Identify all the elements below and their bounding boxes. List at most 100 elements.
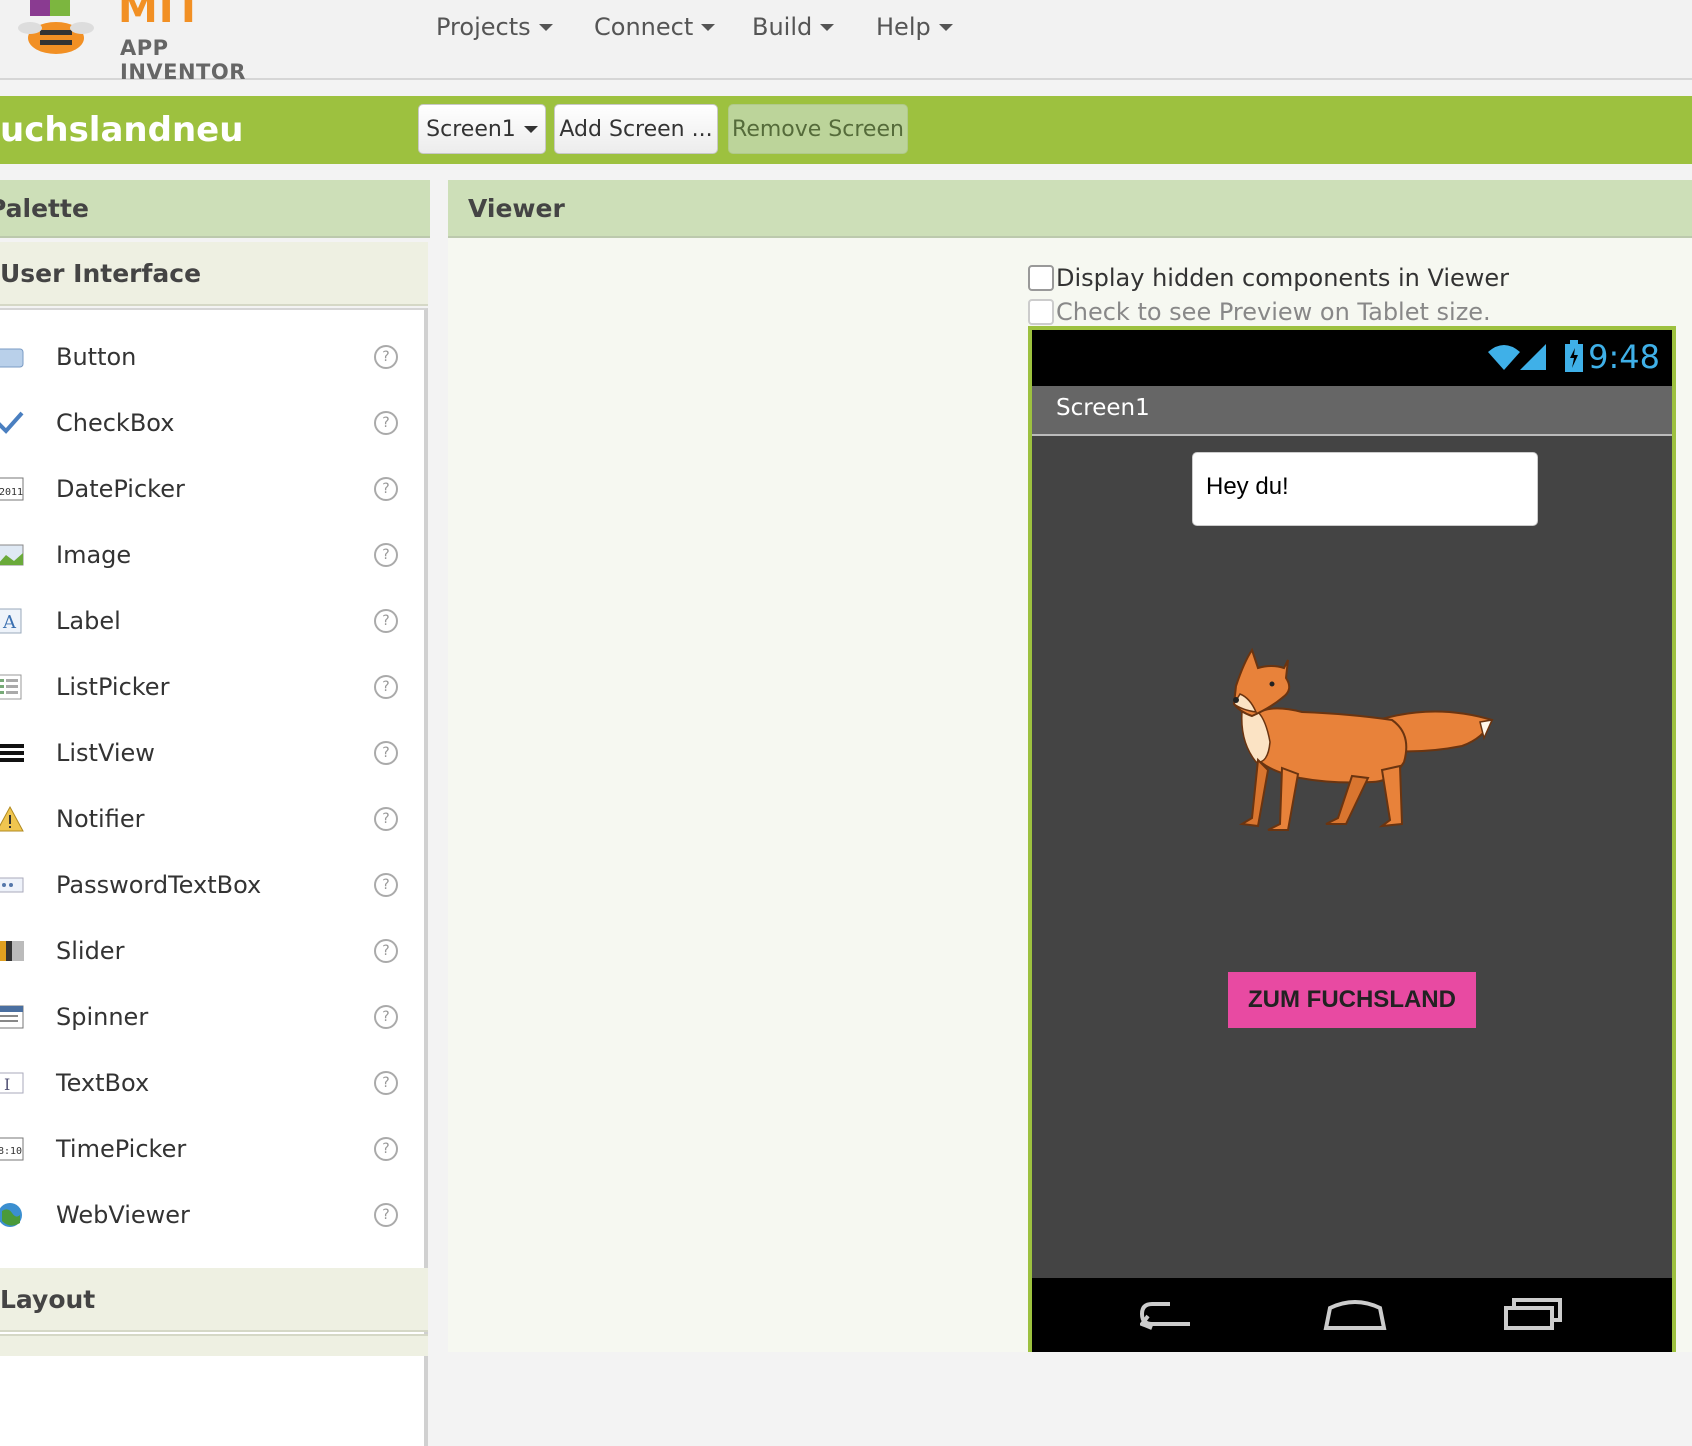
palette-item-timepicker[interactable]: 8:10 TimePicker ? <box>0 1116 424 1182</box>
help-icon[interactable]: ? <box>374 411 398 435</box>
tablet-preview-toggle[interactable]: Check to see Preview on Tablet size. <box>1028 298 1491 326</box>
phone-preview: 9:48 Screen1 Hey du! ZUM FUCHSLAND <box>1028 326 1676 1352</box>
phone-screen-title: Screen1 <box>1056 395 1150 421</box>
screen-select-label: Screen1 <box>426 116 516 142</box>
phone-status-bar: 9:48 <box>1032 330 1672 386</box>
svg-text:I: I <box>4 1075 10 1094</box>
menu-projects[interactable]: Projects <box>436 13 553 41</box>
help-icon[interactable]: ? <box>374 675 398 699</box>
webviewer-icon <box>0 1203 22 1227</box>
help-icon[interactable]: ? <box>374 741 398 765</box>
palette-item-label: TextBox <box>56 1069 150 1097</box>
palette-item-label: WebViewer <box>56 1201 190 1229</box>
palette-header: Palette <box>0 180 430 238</box>
mit-app-inventor-logo[interactable]: MIT APP INVENTOR <box>10 0 280 84</box>
bee-logo-icon <box>18 0 94 54</box>
image-icon <box>0 544 24 566</box>
palette-item-notifier[interactable]: Notifier ? <box>0 786 424 852</box>
hidden-components-checkbox[interactable] <box>1028 265 1054 291</box>
timepicker-icon: 8:10 <box>0 1137 24 1161</box>
label-icon: A <box>0 608 22 634</box>
help-icon[interactable]: ? <box>374 1071 398 1095</box>
notifier-icon <box>0 805 24 832</box>
spinner-icon <box>0 1005 24 1029</box>
palette-item-image[interactable]: Image ? <box>0 522 424 588</box>
help-icon[interactable]: ? <box>374 609 398 633</box>
section-layout-label: Layout <box>0 1284 96 1314</box>
textbox-icon: I <box>0 1072 24 1094</box>
palette-item-label: ListView <box>56 739 155 767</box>
help-icon[interactable]: ? <box>374 543 398 567</box>
menu-connect[interactable]: Connect <box>594 13 716 41</box>
listpicker-icon <box>0 674 22 700</box>
palette-item-textbox[interactable]: I TextBox ? <box>0 1050 424 1116</box>
menu-build[interactable]: Build <box>752 13 835 41</box>
chevron-down-icon <box>538 23 553 31</box>
palette-item-label: Label <box>56 607 121 635</box>
section-user-interface[interactable]: User Interface <box>0 242 428 306</box>
recent-apps-icon[interactable] <box>1502 1294 1566 1334</box>
svg-text:8:10: 8:10 <box>0 1146 22 1157</box>
help-icon[interactable]: ? <box>374 939 398 963</box>
home-icon[interactable] <box>1322 1294 1388 1334</box>
remove-screen-button[interactable]: Remove Screen <box>728 104 908 154</box>
button-icon <box>0 348 24 368</box>
palette-item-label-component[interactable]: A Label ? <box>0 588 424 654</box>
passwordtextbox-icon <box>0 877 24 893</box>
screen-select-dropdown[interactable]: Screen1 <box>418 104 546 154</box>
checkbox-icon <box>0 411 24 434</box>
svg-text:A: A <box>2 612 17 633</box>
help-icon[interactable]: ? <box>374 1137 398 1161</box>
menu-help[interactable]: Help <box>876 13 953 41</box>
help-icon[interactable]: ? <box>374 807 398 831</box>
svg-text:2011: 2011 <box>0 487 23 498</box>
hidden-components-toggle[interactable]: Display hidden components in Viewer <box>1028 264 1509 292</box>
palette-item-label: Spinner <box>56 1003 149 1031</box>
help-icon[interactable]: ? <box>374 873 398 897</box>
logo-subtitle-text: APP INVENTOR <box>120 36 246 84</box>
menu-connect-label: Connect <box>594 13 694 41</box>
palette-panel: Palette User Interface Button ? CheckBox… <box>0 180 430 1446</box>
palette-item-label: Slider <box>56 937 125 965</box>
palette-item-label: DatePicker <box>56 475 185 503</box>
chevron-down-icon <box>938 23 953 31</box>
section-user-interface-label: User Interface <box>0 258 202 288</box>
chevron-down-icon <box>523 125 538 133</box>
hey-du-label[interactable]: Hey du! <box>1192 452 1538 526</box>
palette-item-label: ListPicker <box>56 673 170 701</box>
section-layout[interactable]: Layout <box>0 1268 428 1332</box>
status-clock: 9:48 <box>1588 338 1660 376</box>
phone-navigation-bar <box>1032 1278 1672 1352</box>
palette-item-checkbox[interactable]: CheckBox ? <box>0 390 424 456</box>
fox-image[interactable] <box>1222 642 1512 862</box>
slider-icon <box>0 941 24 961</box>
zum-fuchsland-button[interactable]: ZUM FUCHSLAND <box>1228 972 1476 1028</box>
project-toolbar: uchslandneu Screen1 Add Screen ... Remov… <box>0 96 1692 164</box>
add-screen-button[interactable]: Add Screen ... <box>554 104 718 154</box>
palette-item-button[interactable]: Button ? <box>0 324 424 390</box>
hidden-components-label: Display hidden components in Viewer <box>1056 264 1510 292</box>
palette-item-label: CheckBox <box>56 409 175 437</box>
palette-item-listpicker[interactable]: ListPicker ? <box>0 654 424 720</box>
listview-icon <box>0 744 24 762</box>
back-icon[interactable] <box>1140 1294 1200 1334</box>
palette-item-slider[interactable]: Slider ? <box>0 918 424 984</box>
project-name: uchslandneu <box>0 110 244 150</box>
palette-item-datepicker[interactable]: 2011 DatePicker ? <box>0 456 424 522</box>
palette-item-listview[interactable]: ListView ? <box>0 720 424 786</box>
palette-item-label: Button <box>56 343 137 371</box>
viewer-header: Viewer <box>448 180 1692 238</box>
palette-item-spinner[interactable]: Spinner ? <box>0 984 424 1050</box>
help-icon[interactable]: ? <box>374 1203 398 1227</box>
palette-item-label: TimePicker <box>56 1135 187 1163</box>
palette-item-webviewer[interactable]: WebViewer ? <box>0 1182 424 1248</box>
add-screen-label: Add Screen ... <box>559 116 713 142</box>
palette-item-label: PasswordTextBox <box>56 871 262 899</box>
tablet-preview-checkbox[interactable] <box>1028 299 1054 325</box>
help-icon[interactable]: ? <box>374 345 398 369</box>
help-icon[interactable]: ? <box>374 1005 398 1029</box>
help-icon[interactable]: ? <box>374 477 398 501</box>
chevron-down-icon <box>820 23 835 31</box>
tablet-preview-label: Check to see Preview on Tablet size. <box>1056 298 1491 326</box>
palette-item-passwordtextbox[interactable]: PasswordTextBox ? <box>0 852 424 918</box>
